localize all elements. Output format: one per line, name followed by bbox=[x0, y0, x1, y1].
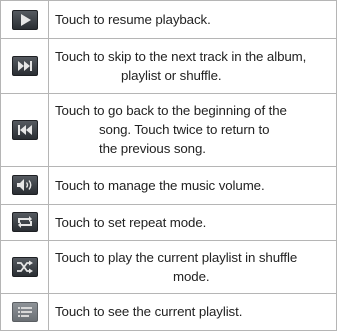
description-cell: Touch to play the current playlist in sh… bbox=[48, 239, 337, 294]
previous-track-icon bbox=[11, 119, 38, 140]
repeat-icon bbox=[11, 212, 38, 233]
table-row: Touch to manage the music volume. bbox=[0, 165, 337, 205]
icon-cell bbox=[0, 292, 49, 331]
description-cell: Touch to go back to the beginning of the… bbox=[48, 93, 337, 167]
description-line: Touch to set repeat mode. bbox=[55, 214, 207, 230]
description-cell: Touch to skip to the next track in the a… bbox=[48, 38, 337, 95]
shuffle-icon bbox=[11, 256, 38, 277]
description-line: playlist or shuffle. bbox=[121, 68, 222, 84]
volume-icon bbox=[11, 175, 38, 196]
description-line: Touch to resume playback. bbox=[55, 12, 211, 28]
description-line: Touch to see the current playlist. bbox=[55, 304, 243, 320]
description-cell: Touch to see the current playlist. bbox=[48, 292, 337, 331]
table-row: Touch to see the current playlist. bbox=[0, 292, 337, 331]
controls-table: Touch to resume playback. Touch to skip … bbox=[0, 0, 337, 331]
play-icon bbox=[11, 9, 38, 30]
table-row: Touch to set repeat mode. bbox=[0, 203, 337, 241]
icon-cell bbox=[0, 203, 49, 241]
table-row: Touch to go back to the beginning of the… bbox=[0, 93, 337, 167]
icon-cell bbox=[0, 165, 49, 205]
table-row: Touch to play the current playlist in sh… bbox=[0, 239, 337, 294]
icon-cell bbox=[0, 0, 49, 40]
table-row: Touch to resume playback. bbox=[0, 0, 337, 40]
next-track-icon bbox=[11, 56, 38, 77]
description-cell: Touch to resume playback. bbox=[48, 0, 337, 40]
description-line: Touch to play the current playlist in sh… bbox=[55, 249, 298, 265]
description-cell: Touch to set repeat mode. bbox=[48, 203, 337, 241]
description-line: mode. bbox=[173, 268, 210, 284]
playlist-icon bbox=[11, 301, 38, 322]
description-cell: Touch to manage the music volume. bbox=[48, 165, 337, 205]
description-line: Touch to skip to the next track in the a… bbox=[55, 49, 307, 65]
description-line: song. Touch twice to return to bbox=[99, 122, 270, 138]
description-line: Touch to go back to the beginning of the bbox=[55, 103, 287, 119]
icon-cell bbox=[0, 38, 49, 95]
icon-cell bbox=[0, 239, 49, 294]
description-line: the previous song. bbox=[99, 141, 206, 157]
icon-cell bbox=[0, 93, 49, 167]
description-line: Touch to manage the music volume. bbox=[55, 177, 265, 193]
table-row: Touch to skip to the next track in the a… bbox=[0, 38, 337, 95]
